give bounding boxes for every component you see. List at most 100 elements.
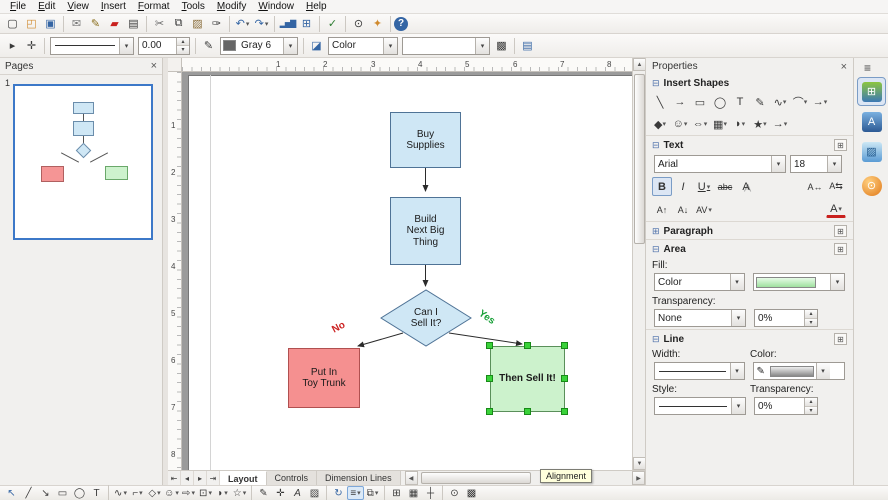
last-page-icon[interactable]: ⇥	[207, 471, 220, 485]
star-shapes-icon[interactable]: ☆ ▾	[231, 486, 248, 500]
flow-node-can-i-sell-it[interactable]: Can I Sell It?	[381, 302, 471, 334]
symbol-shapes-icon[interactable]: ☺ ▾	[670, 114, 690, 134]
close-icon[interactable]: ×	[151, 60, 157, 72]
select-tool-icon[interactable]: ↖	[3, 486, 20, 500]
menu-window[interactable]: Window	[252, 1, 300, 12]
spin-up-icon[interactable]: ▴	[805, 398, 817, 407]
3d-objects-icon[interactable]: → ▾	[770, 114, 790, 134]
font-color-button[interactable]: A ▾	[826, 201, 846, 218]
deck-styles-icon[interactable]: A	[858, 108, 885, 135]
grow-font-icon[interactable]: A↑	[652, 200, 672, 219]
copy-icon[interactable]: ⧉	[169, 15, 188, 32]
fill-color-combo[interactable]: ▾	[402, 36, 490, 55]
menu-file[interactable]: File	[4, 1, 32, 12]
star-shapes-icon[interactable]: ★ ▾	[750, 114, 770, 134]
alignment-icon[interactable]: ≡ ▾	[347, 486, 364, 500]
dropdown-arrow[interactable]: ▾	[707, 183, 711, 191]
previous-page-icon[interactable]: ◂	[181, 471, 194, 485]
line-color-icon[interactable]: ✎	[199, 37, 218, 54]
fill-type-value[interactable]: Color	[329, 38, 383, 54]
callout-shapes-icon[interactable]: ◗ ▾	[730, 114, 750, 134]
rectangle-tool-icon[interactable]: ▭	[54, 486, 71, 500]
dropdown-arrow[interactable]: ▾	[662, 120, 666, 128]
tab-layout[interactable]: Layout	[220, 471, 267, 485]
email-icon[interactable]: ✉	[67, 15, 86, 32]
drawing-workspace[interactable]: Buy Supplies Build Next Big Thing Can I …	[182, 72, 632, 470]
collapse-icon[interactable]: ⊟	[652, 140, 660, 151]
dropdown-arrow[interactable]: ▾	[704, 120, 708, 128]
line-color-value[interactable]: Gray 6	[238, 38, 283, 54]
area-style-icon[interactable]: ◪	[307, 37, 326, 54]
dropdown-arrow[interactable]: ▾	[191, 489, 195, 497]
underline-button[interactable]: U ▾	[694, 177, 714, 196]
glue-points-icon[interactable]: ✛	[272, 486, 289, 500]
line-style-combo-sidebar[interactable]: ▾	[654, 397, 746, 415]
basic-shapes-icon[interactable]: ◇ ▾	[146, 486, 163, 500]
collapse-icon[interactable]: ⊟	[652, 244, 660, 255]
dropdown-arrow[interactable]: ▾	[742, 120, 746, 128]
deck-properties-icon[interactable]: ⊞	[857, 77, 886, 106]
selection-handle[interactable]	[486, 342, 493, 349]
block-arrows-icon[interactable]: ⇨ ▾	[180, 486, 197, 500]
dropdown-arrow[interactable]: ▾	[475, 37, 489, 54]
dropdown-arrow[interactable]: ▾	[357, 489, 361, 497]
transparency-spinner[interactable]: 0% ▴ ▾	[754, 309, 818, 327]
dropdown-arrow[interactable]: ▾	[723, 120, 727, 128]
pdf-icon[interactable]: ▰	[105, 15, 124, 32]
shadow-icon[interactable]: ▩	[492, 37, 511, 54]
line-width-combo[interactable]: ▾	[654, 362, 745, 380]
flowchart-shapes-icon[interactable]: ▦ ▾	[710, 114, 730, 134]
area-fill-type-combo[interactable]: Color ▾	[654, 273, 745, 291]
scroll-right-icon[interactable]: ▶	[632, 471, 645, 485]
glue-points-mode-icon[interactable]: ✛	[22, 37, 41, 54]
dropdown-arrow[interactable]: ▾	[804, 98, 808, 106]
insert-text-icon[interactable]: T	[730, 92, 750, 112]
navigator-icon[interactable]: ✦	[368, 15, 387, 32]
snap-icon[interactable]: ▦	[405, 486, 422, 500]
area-fill-color-combo[interactable]: ▾	[752, 273, 845, 291]
selection-handle[interactable]	[486, 375, 493, 382]
dropdown-arrow[interactable]: ▾	[729, 363, 744, 379]
menu-view[interactable]: View	[61, 1, 95, 12]
horizontal-ruler[interactable]: 1 2 3 4 5 6 7 8	[182, 58, 632, 72]
flow-node-build-next-big-thing[interactable]: Build Next Big Thing	[390, 197, 461, 265]
selection-handle[interactable]	[524, 342, 531, 349]
dropdown-arrow[interactable]: ▾	[838, 205, 842, 213]
dropdown-arrow[interactable]: ▾	[824, 98, 828, 106]
table-icon[interactable]: ⊞	[297, 15, 316, 32]
ellipse-tool-icon[interactable]: ◯	[71, 486, 88, 500]
text-dialog-launcher-icon[interactable]: ⊞	[834, 139, 847, 151]
dropdown-arrow[interactable]: ▾	[784, 120, 788, 128]
dropdown-arrow[interactable]: ▾	[175, 489, 179, 497]
dropdown-arrow[interactable]: ▾	[827, 156, 841, 172]
first-page-icon[interactable]: ⇤	[168, 471, 181, 485]
basic-shapes-icon[interactable]: ◆ ▾	[650, 114, 670, 134]
insert-line-icon[interactable]: ╲	[650, 92, 670, 112]
shrink-font-icon[interactable]: A↓	[673, 200, 693, 219]
help-icon[interactable]: ?	[394, 16, 408, 31]
dropdown-arrow[interactable]: ▾	[139, 489, 143, 497]
close-icon[interactable]: ×	[841, 61, 847, 73]
selection-handle[interactable]	[561, 342, 568, 349]
horizontal-scrollbar[interactable]: ◀ ▶	[404, 471, 645, 485]
transparency-value[interactable]: 0%	[755, 310, 804, 326]
spin-up-icon[interactable]: ▴	[805, 310, 817, 319]
zoom-tool-icon[interactable]: ⊙	[446, 486, 463, 500]
insert-connector-icon[interactable]: ⌒ ▾	[790, 92, 810, 112]
flow-node-put-in-toy-trunk[interactable]: Put In Toy Trunk	[288, 348, 360, 408]
dropdown-arrow[interactable]: ▾	[815, 363, 830, 379]
decrease-spacing-icon[interactable]: A⇆	[826, 177, 846, 196]
block-arrows-icon[interactable]: ⇔ ▾	[690, 114, 710, 134]
dropdown-arrow[interactable]: ▾	[731, 398, 745, 414]
collapse-icon[interactable]: ⊟	[652, 334, 660, 345]
selection-handle[interactable]	[561, 408, 568, 415]
selection-handle[interactable]	[561, 375, 568, 382]
dropdown-arrow[interactable]: ▾	[708, 206, 712, 214]
curve-tool-icon[interactable]: ∿ ▾	[112, 486, 129, 500]
dropdown-arrow[interactable]: ▾	[246, 20, 250, 28]
flowchart-shapes-icon[interactable]: ⊡ ▾	[197, 486, 214, 500]
vertical-scrollbar[interactable]: ▲ ▼	[632, 58, 646, 470]
area-fill-type-value[interactable]: Color	[655, 274, 730, 290]
tab-controls[interactable]: Controls	[266, 471, 318, 485]
page-setup-icon[interactable]: ▤	[518, 37, 537, 54]
